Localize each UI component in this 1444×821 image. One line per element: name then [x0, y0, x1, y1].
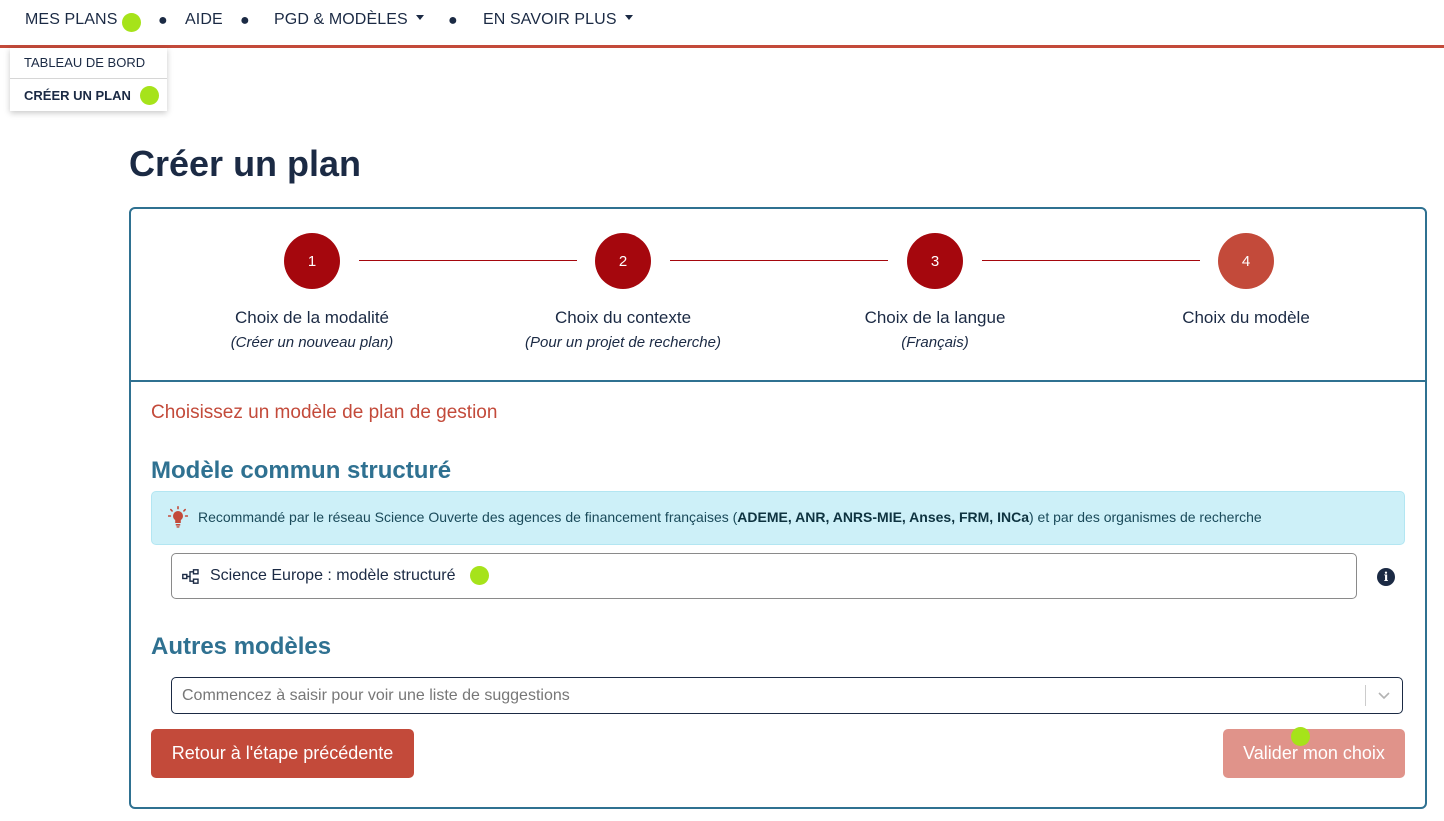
dropdown-item-creer-un-plan[interactable]: CRÉER UN PLAN: [24, 88, 131, 103]
nav-separator: ●: [158, 12, 168, 29]
dropdown-divider: [10, 78, 167, 79]
previous-step-button[interactable]: Retour à l'étape précédente: [151, 729, 414, 778]
form-prompt: Choisissez un modèle de plan de gestion: [151, 402, 498, 423]
caret-down-icon: [624, 15, 633, 21]
other-models-search-input[interactable]: [182, 678, 1342, 713]
caret-down-icon: [415, 15, 424, 21]
nav-en-savoir-plus[interactable]: EN SAVOIR PLUS: [483, 11, 633, 29]
step-connector: [670, 260, 888, 261]
nav-aide[interactable]: AIDE: [185, 11, 223, 29]
dropdown-item-tableau-de-bord[interactable]: TABLEAU DE BORD: [24, 55, 145, 70]
marker-dot: [1291, 727, 1310, 746]
step-4-circle: 4: [1218, 233, 1274, 289]
combobox-separator: [1365, 685, 1366, 706]
validate-choice-button[interactable]: Valider mon choix: [1223, 729, 1405, 778]
step-3-circle: 3: [907, 233, 963, 289]
other-models-heading: Autres modèles: [151, 633, 332, 660]
recommendation-text: Recommandé par le réseau Science Ouverte…: [198, 509, 1262, 525]
structure-tree-icon: [182, 569, 199, 584]
marker-dot: [140, 86, 159, 105]
lightbulb-icon: [168, 506, 188, 528]
step-1-label: Choix de la modalité: [234, 308, 390, 327]
structured-model-heading: Modèle commun structuré: [151, 457, 452, 484]
nav-pgd-modeles[interactable]: PGD & MODÈLES: [274, 11, 424, 29]
step-2-sub: (Pour un projet de recherche): [525, 334, 721, 351]
mes-plans-dropdown: TABLEAU DE BORD CRÉER UN PLAN: [10, 48, 167, 111]
marker-dot: [122, 13, 141, 32]
nav-separator: ●: [240, 12, 250, 29]
recommendation-text-before: Recommandé par le réseau Science Ouverte…: [198, 509, 738, 525]
step-2-circle: 2: [595, 233, 651, 289]
science-europe-model-label: Science Europe : modèle structuré: [210, 567, 456, 584]
chevron-down-icon[interactable]: [1377, 690, 1391, 702]
top-navbar: MES PLANS ● AIDE ● PGD & MODÈLES ● EN SA…: [0, 0, 1444, 48]
other-models-combobox[interactable]: [171, 677, 1403, 714]
nav-en-savoir-plus-label: EN SAVOIR PLUS: [483, 11, 617, 28]
step-3-sub: (Français): [901, 334, 969, 351]
science-europe-model-option[interactable]: Science Europe : modèle structuré: [171, 553, 1357, 599]
step-1-sub: (Créer un nouveau plan): [230, 334, 394, 351]
recommendation-alert: Recommandé par le réseau Science Ouverte…: [151, 491, 1405, 545]
step-4-label: Choix du modèle: [1182, 308, 1310, 327]
step-connector: [359, 260, 577, 261]
step-2-label: Choix du contexte: [554, 308, 692, 327]
nav-pgd-modeles-label: PGD & MODÈLES: [274, 11, 408, 28]
page-title: Créer un plan: [129, 143, 362, 184]
step-1-circle: 1: [284, 233, 340, 289]
recommendation-agencies: ADEME, ANR, ANRS-MIE, Anses, FRM, INCa: [737, 509, 1029, 525]
recommendation-text-after: ) et par des organismes de recherche: [1029, 509, 1262, 525]
create-plan-card: 1 2 3 4 Choix de la modalité (Créer un n…: [129, 207, 1427, 809]
nav-separator: ●: [448, 12, 458, 29]
info-icon[interactable]: i: [1377, 568, 1395, 586]
step-connector: [982, 260, 1200, 261]
step-3-label: Choix de la langue: [864, 308, 1006, 327]
nav-mes-plans[interactable]: MES PLANS: [25, 11, 118, 29]
stepper-divider: [131, 380, 1425, 382]
marker-dot: [470, 566, 489, 585]
